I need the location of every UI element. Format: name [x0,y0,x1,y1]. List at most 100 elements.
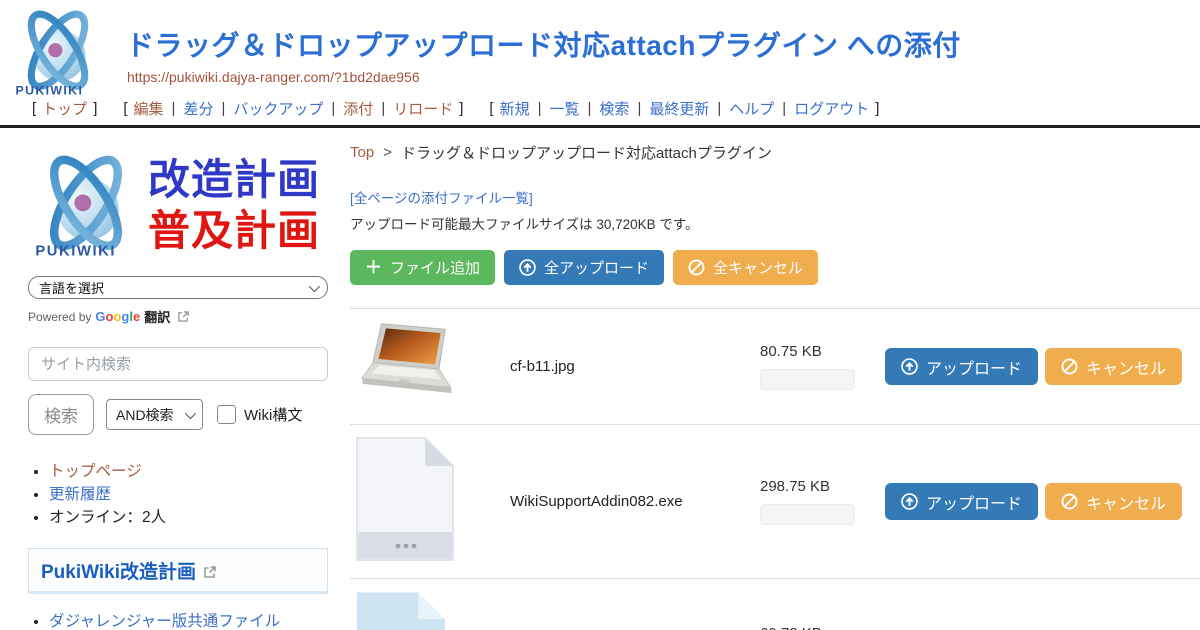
file-size: 60.78 KB [760,625,885,630]
nav-group-page-actions: [ 編集 | 差分 | バックアップ | 添付 | リロード ] [117,98,469,119]
upload-circle-icon [901,493,918,510]
pukiwiki-attach-page: PUKIWIKI ドラッグ＆ドロップアップロード対応attachプラグイン への… [0,0,1200,630]
cancel-all-button[interactable]: 全キャンセル [673,250,818,285]
upload-circle-icon [901,358,918,375]
nav-item-reload[interactable]: リロード [393,98,453,119]
upload-file-list: cf-b11.jpg 80.75 KB アップロード [350,308,1200,630]
chevron-down-icon [309,280,320,291]
pukiwiki-banner-logo: PUKIWIKI [28,146,144,264]
list-item: トップページ [49,460,330,483]
search-button[interactable]: 検索 [28,394,94,435]
file-size-cell: 80.75 KB [760,343,885,390]
nav-item-edit[interactable]: 編集 [134,98,164,119]
laptop-photo-thumbnail [355,320,467,408]
upload-toolbar: ＋ ファイル追加 全アップロード 全キャンセル [350,250,1200,285]
breadcrumb-current: ドラッグ＆ドロップアップロード対応attachプラグイン [401,142,772,163]
wiki-syntax-checkbox[interactable] [217,405,236,424]
plus-icon: ＋ [365,259,382,276]
upload-all-label: 全アップロード [544,257,649,278]
nav-item-top[interactable]: トップ [42,98,87,119]
file-name: WikiSupportAddin082.exe [510,493,760,510]
upload-button[interactable]: アップロード [885,483,1038,520]
upload-progress-bar [760,504,855,525]
cancel-button[interactable]: キャンセル [1045,348,1182,385]
cancel-button[interactable]: キャンセル [1045,483,1182,520]
sidebar-item-history[interactable]: 更新履歴 [49,486,111,503]
add-files-button[interactable]: ＋ ファイル追加 [350,250,495,285]
sidebar-item-toppage[interactable]: トップページ [49,463,142,480]
search-controls: 検索 AND検索 Wiki構文 [28,394,330,435]
ban-icon [688,259,705,276]
bracket: [ [489,100,493,117]
breadcrumb: Top > ドラッグ＆ドロップアップロード対応attachプラグイン [350,142,1200,163]
ban-icon [1061,358,1078,375]
bracket: ] [875,100,879,117]
sidebar-item-common-files[interactable]: ダジャレンジャー版共通ファイル [49,613,280,630]
nav-item-list[interactable]: 一覧 [550,98,580,119]
nav-item-attach[interactable]: 添付 [343,98,373,119]
separator: | [782,100,786,117]
banner-line-fukyuu: 普及計画 [148,205,320,256]
pukiwiki-logo[interactable]: PUKIWIKI [8,6,108,98]
list-item: ダジャレンジャー版共通ファイル [49,611,330,630]
wiki-syntax-label: Wiki構文 [244,404,302,425]
file-name: cf-b11.jpg [510,358,760,375]
upload-button[interactable]: アップロード [885,348,1038,385]
nav-item-help[interactable]: ヘルプ [729,98,774,119]
file-size-cell: 298.75 KB [760,478,885,525]
nav-item-backup[interactable]: バックアップ [233,98,323,119]
header: PUKIWIKI ドラッグ＆ドロップアップロード対応attachプラグイン への… [0,0,1200,97]
list-item: オンライン：2人 [49,506,330,529]
max-upload-size-text: アップロード可能最大ファイルサイズは 30,720KB です。 [350,213,1200,233]
search-mode-value: AND検索 [116,405,174,425]
atom-nucleus [48,43,62,57]
sidebar-section-box[interactable]: PukiWiki改造計画 [28,548,328,594]
separator: | [331,100,335,117]
chevron-down-icon [185,407,196,418]
file-row-actions: アップロード キャンセル [885,348,1182,385]
nav-item-diff[interactable]: 差分 [183,98,213,119]
translate-label: 翻訳 [144,307,170,326]
cancel-all-label: 全キャンセル [713,257,803,278]
nav-group-site-actions: [ 新規 | 一覧 | 検索 | 最終更新 | ヘルプ | ログアウト ] [483,98,885,119]
nav-item-recent[interactable]: 最終更新 [649,98,709,119]
bracket: ] [93,100,97,117]
nav-item-search[interactable]: 検索 [599,98,629,119]
page-url-link[interactable]: https://pukiwiki.dajya-ranger.com/?1bd2d… [127,69,420,85]
sidebar-banner[interactable]: PUKIWIKI 改造計画 普及計画 [28,142,330,268]
external-link-icon [178,311,189,322]
list-item: 更新履歴 [49,483,330,506]
file-thumbnail-cell: </> [350,590,510,630]
upload-button-label: アップロード [926,490,1022,514]
ban-icon [1061,493,1078,510]
separator: | [538,100,542,117]
sidebar-top-links: トップページ 更新履歴 オンライン：2人 [28,460,330,529]
site-search-input[interactable] [28,347,328,381]
nav-item-logout[interactable]: ログアウト [794,98,869,119]
sidebar-section-title: PukiWiki改造計画 [41,562,196,583]
upload-circle-icon [519,259,536,276]
code-file-icon: </> [355,590,447,630]
file-thumbnail-cell [350,436,510,567]
all-attachments-link[interactable]: [全ページの添付ファイル一覧] [350,187,533,207]
file-size-cell: 60.78 KB [760,625,885,630]
breadcrumb-home-link[interactable]: Top [350,144,374,161]
sidebar: PUKIWIKI 改造計画 普及計画 言語を選択 Powered by Goog… [0,128,330,630]
cancel-button-label: キャンセル [1086,490,1166,514]
separator: | [221,100,225,117]
online-count: オンライン：2人 [49,509,166,526]
nav-item-new[interactable]: 新規 [500,98,530,119]
external-link-icon [204,566,216,578]
file-row: </> contents.html 60.78 KB [350,578,1200,630]
main-content: Top > ドラッグ＆ドロップアップロード対応attachプラグイン [全ページ… [330,128,1200,630]
file-row: cf-b11.jpg 80.75 KB アップロード [350,308,1200,424]
language-select[interactable]: 言語を選択 [28,276,328,299]
search-mode-select[interactable]: AND検索 [106,399,203,430]
powered-by-label: Powered by [28,310,91,324]
breadcrumb-separator: > [383,144,392,161]
page-title: ドラッグ＆ドロップアップロード対応attachプラグイン への添付 [126,24,961,64]
upload-button-label: アップロード [926,355,1022,379]
language-select-value: 言語を選択 [39,278,104,297]
upload-all-button[interactable]: 全アップロード [504,250,664,285]
logo-wordmark: PUKIWIKI [16,83,84,97]
